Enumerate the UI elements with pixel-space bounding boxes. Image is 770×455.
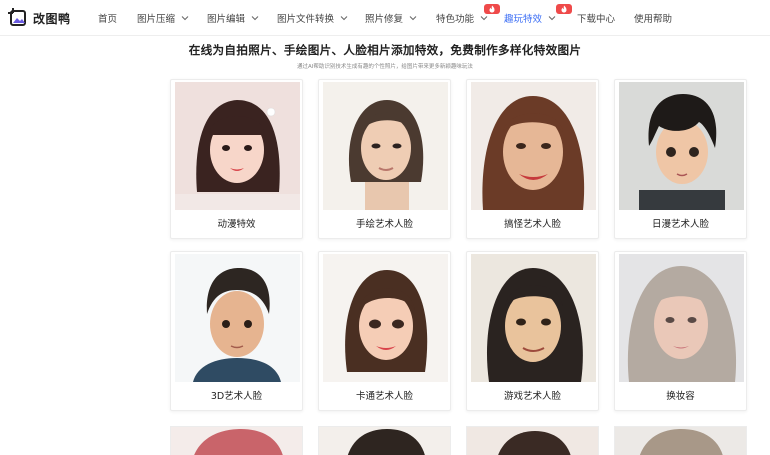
3d-effect-thumbnail (175, 254, 300, 382)
chevron-down-icon (251, 16, 259, 21)
effect-label: 卡通艺术人脸 (355, 391, 413, 402)
effect-label: 手绘艺术人脸 (355, 219, 413, 230)
effect-thumbnail-partial (467, 427, 598, 455)
page-title: 在线为自拍照片、手绘图片、人脸相片添加特效，免费制作多样化特效图片 (188, 43, 582, 57)
nav-special-features[interactable]: 特色功能 (436, 4, 500, 25)
effect-label: 动漫特效 (217, 219, 256, 230)
nav-image-compress[interactable]: 图片压缩 (137, 11, 189, 25)
japanese-anime-effect-thumbnail (619, 82, 744, 210)
effect-card-partial[interactable] (466, 426, 599, 455)
effect-card-partial[interactable] (614, 426, 747, 455)
effect-label: 换妆容 (666, 391, 695, 402)
brand-name: 改图鸭 (33, 11, 71, 26)
hot-badge (556, 4, 572, 14)
effect-card-partial[interactable] (318, 426, 451, 455)
effect-card-partial[interactable] (170, 426, 303, 455)
makeup-effect-thumbnail (619, 254, 744, 382)
nav-download-center[interactable]: 下载中心 (577, 11, 615, 25)
hot-badge (484, 4, 500, 14)
effect-card-cartoon[interactable]: 卡通艺术人脸 (318, 251, 451, 411)
effect-label: 3D艺术人脸 (210, 391, 263, 402)
nav-photo-repair[interactable]: 照片修复 (365, 11, 417, 25)
cartoon-effect-thumbnail (323, 254, 448, 382)
effect-label: 游戏艺术人脸 (503, 391, 561, 402)
nav-home[interactable]: 首页 (98, 11, 117, 25)
anime-effect-thumbnail (175, 82, 300, 210)
game-effect-thumbnail (471, 254, 596, 382)
effect-card-3d[interactable]: 3D艺术人脸 (170, 251, 303, 411)
flame-icon (489, 5, 495, 13)
chevron-down-icon (340, 16, 348, 21)
hand-drawn-effect-thumbnail (323, 82, 448, 210)
effect-thumbnail-partial (615, 427, 746, 455)
funny-effect-thumbnail (471, 82, 596, 210)
effect-card-japanese-anime[interactable]: 日漫艺术人脸 (614, 79, 747, 239)
top-navigation: 改图鸭 首页 图片压缩 图片编辑 图片文件转换 照片修复 特色功能 趣玩特效 下… (0, 0, 770, 36)
effect-thumbnail-partial (319, 427, 450, 455)
effect-thumbnail-partial (171, 427, 302, 455)
chevron-down-icon (548, 16, 556, 21)
nav-fun-effects[interactable]: 趣玩特效 (504, 4, 572, 25)
effect-card-funny[interactable]: 搞怪艺术人脸 (466, 79, 599, 239)
effect-card-hand-drawn[interactable]: 手绘艺术人脸 (318, 79, 451, 239)
brand-logo[interactable]: 改图鸭 (8, 7, 71, 29)
nav-help[interactable]: 使用帮助 (634, 11, 672, 25)
logo-icon (8, 8, 28, 28)
effect-card-game[interactable]: 游戏艺术人脸 (466, 251, 599, 411)
chevron-down-icon (409, 16, 417, 21)
nav-image-edit[interactable]: 图片编辑 (207, 11, 259, 25)
chevron-down-icon (480, 16, 488, 21)
effect-card-makeup[interactable]: 换妆容 (614, 251, 747, 411)
chevron-down-icon (181, 16, 189, 21)
page-subtitle: 通过AI帮助识别技术生成有趣的个性照片，给图片带来更多新颖趣味玩法 (297, 64, 473, 70)
effect-label: 日漫艺术人脸 (651, 219, 709, 230)
flame-icon (561, 5, 567, 13)
effect-card-anime[interactable]: 动漫特效 (170, 79, 303, 239)
effect-label: 搞怪艺术人脸 (503, 219, 561, 230)
nav-file-convert[interactable]: 图片文件转换 (277, 11, 348, 25)
